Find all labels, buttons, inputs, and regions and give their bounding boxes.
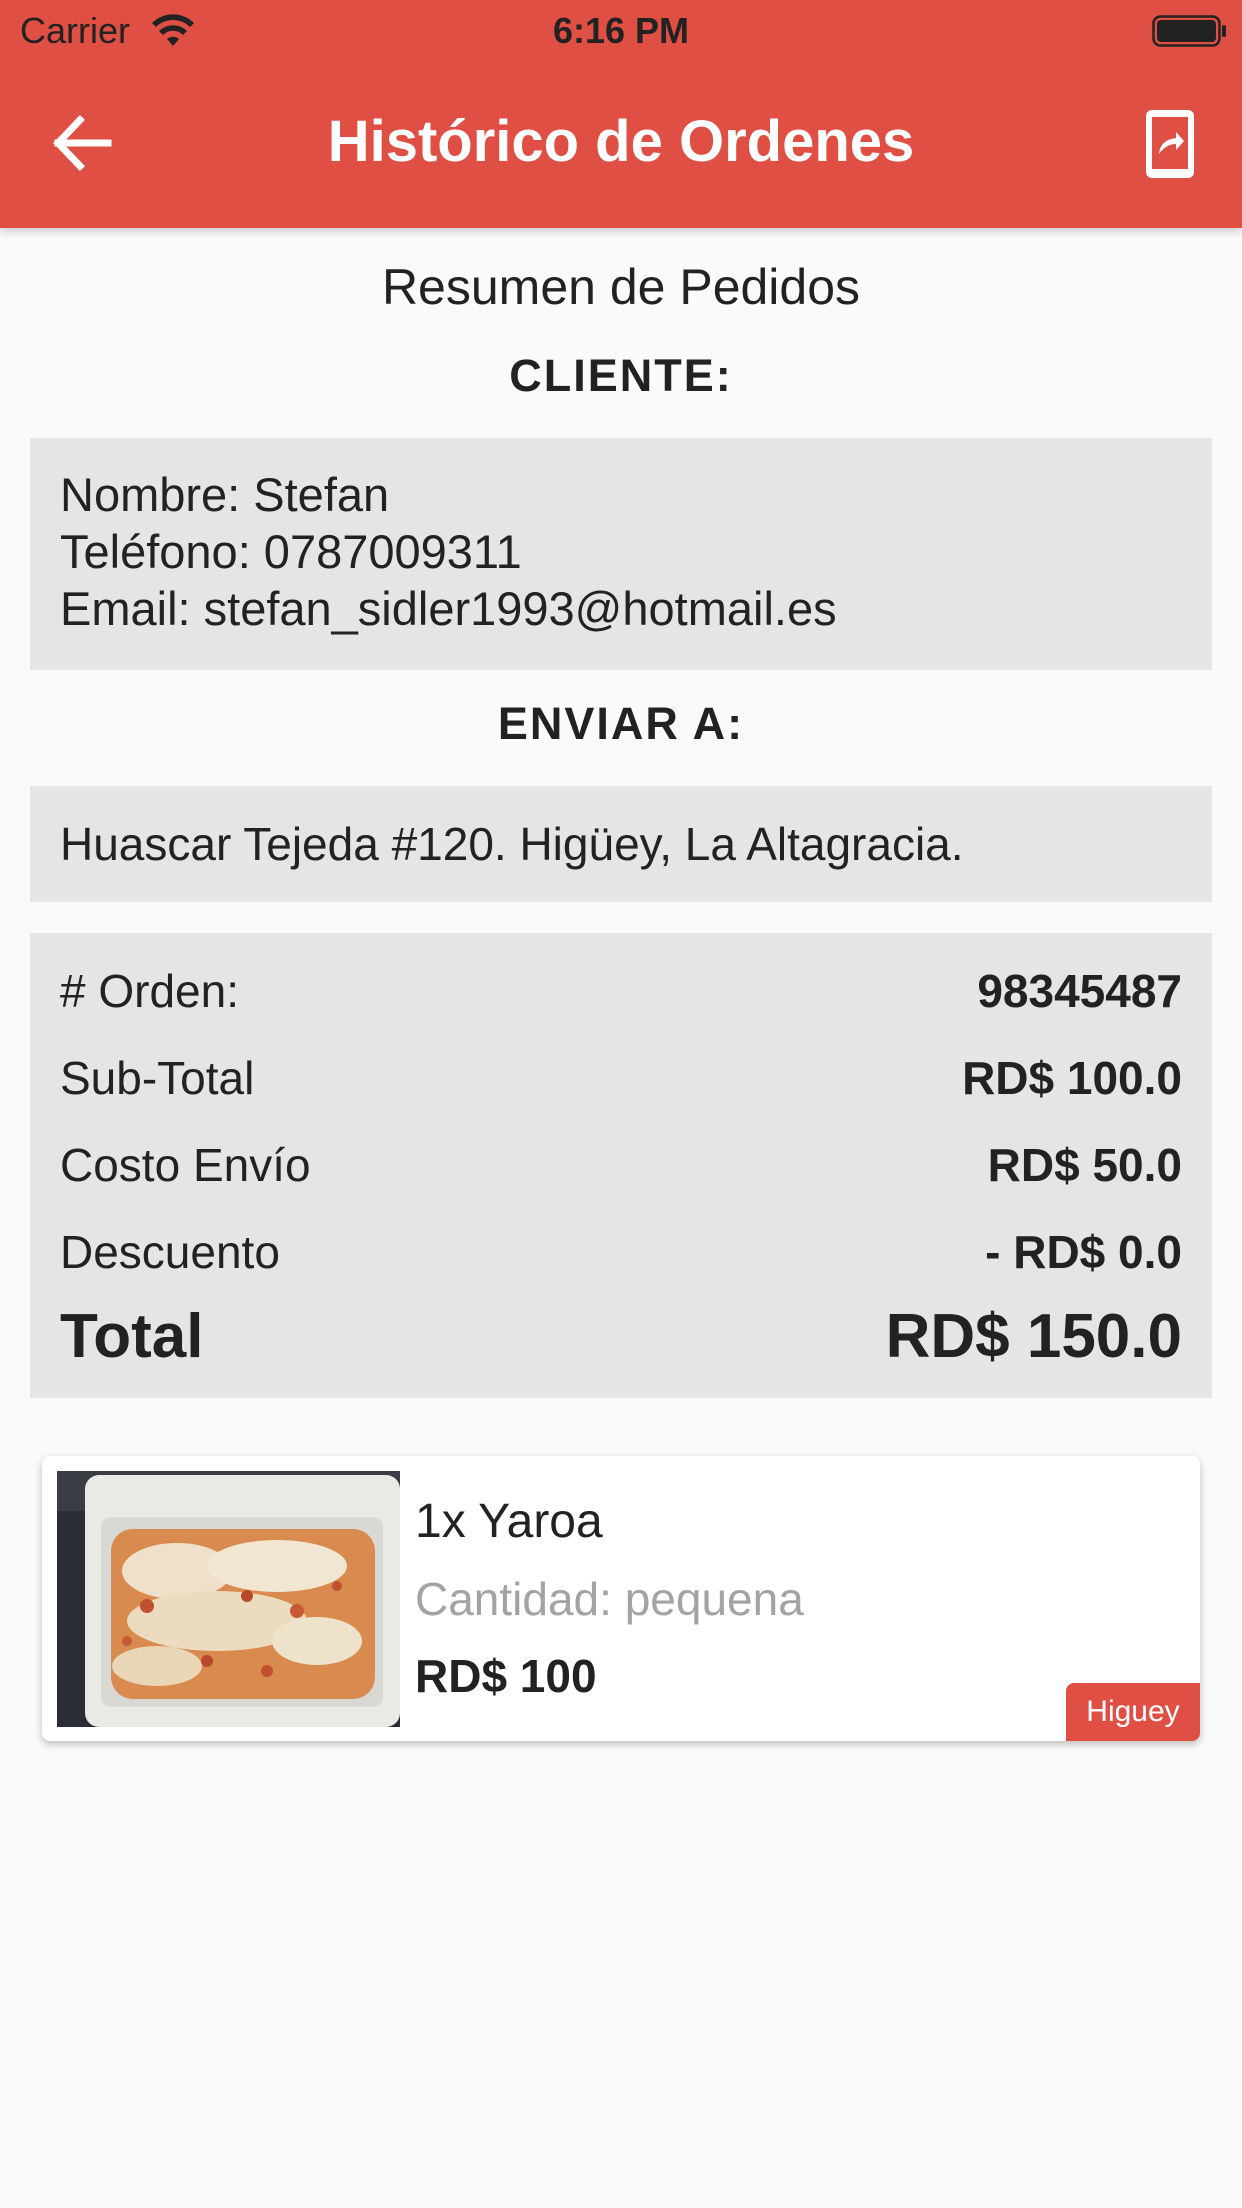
total-row: Total RD$ 150.0 [60, 1298, 1182, 1374]
battery-icon [1152, 15, 1226, 47]
share-icon[interactable] [1144, 108, 1196, 180]
row-value: 98345487 [977, 965, 1182, 1017]
ship-address-box: Huascar Tejeda #120. Higüey, La Altagrac… [30, 786, 1212, 902]
order-number-row: # Orden: 98345487 [60, 961, 1182, 1021]
item-price: RD$ 100 [415, 1650, 597, 1702]
ship-address: Huascar Tejeda #120. Higüey, La Altagrac… [60, 818, 964, 870]
row-value: RD$ 50.0 [987, 1139, 1182, 1191]
order-totals-box: # Orden: 98345487 Sub-Total RD$ 100.0 Co… [30, 933, 1212, 1398]
row-value: RD$ 100.0 [962, 1052, 1182, 1104]
row-value: - RD$ 0.0 [985, 1226, 1182, 1278]
item-name: 1x Yaroa [415, 1495, 603, 1548]
shipping-cost-row: Costo Envío RD$ 50.0 [60, 1135, 1182, 1195]
total-value: RD$ 150.0 [885, 1301, 1182, 1371]
subtotal-row: Sub-Total RD$ 100.0 [60, 1048, 1182, 1108]
summary-title: Resumen de Pedidos [381, 259, 861, 315]
total-label: Total [60, 1301, 204, 1371]
client-phone: Teléfono: 0787009311 [60, 525, 522, 578]
discount-row: Descuento - RD$ 0.0 [60, 1222, 1182, 1282]
item-quantity: Cantidad: pequena [415, 1573, 804, 1625]
food-image [57, 1471, 400, 1727]
app-bar: Carrier 6:16 PM Histórico de Ordenes [0, 0, 1242, 228]
location-badge: Higuey [1066, 1683, 1200, 1741]
row-label: Descuento [60, 1226, 280, 1278]
status-time: 6:16 PM [552, 10, 690, 51]
client-info-box: Nombre: Stefan Teléfono: 0787009311 Emai… [30, 438, 1212, 670]
ship-section-label: ENVIAR A: [497, 698, 745, 749]
order-item-card[interactable]: 1x Yaroa Cantidad: pequena RD$ 100 Higue… [42, 1456, 1200, 1741]
client-email: Email: stefan_sidler1993@hotmail.es [60, 582, 837, 635]
page-title: Histórico de Ordenes [327, 109, 915, 174]
row-label: # Orden: [60, 965, 239, 1017]
row-label: Costo Envío [60, 1139, 311, 1191]
client-name: Nombre: Stefan [60, 468, 390, 521]
row-label: Sub-Total [60, 1052, 255, 1104]
client-section-label: CLIENTE: [509, 350, 733, 401]
